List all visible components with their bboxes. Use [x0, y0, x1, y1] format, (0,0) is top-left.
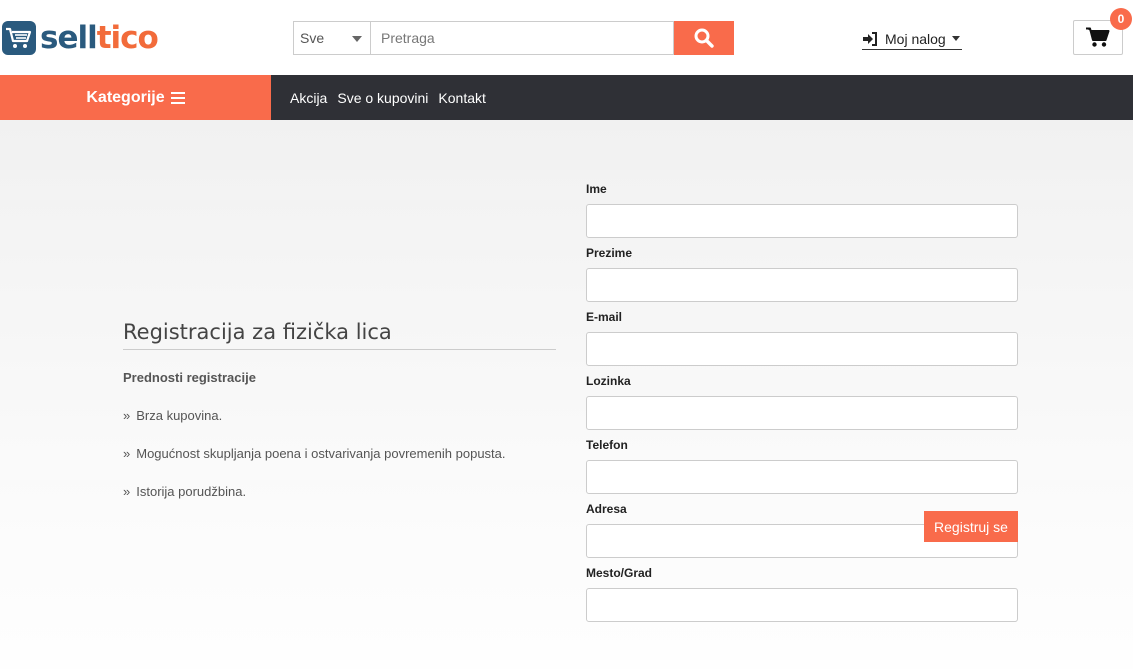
header: selltico Sve Moj nalog 0	[0, 0, 1133, 75]
cart-count-badge: 0	[1110, 8, 1132, 30]
nav-link-akcija[interactable]: Akcija	[290, 90, 327, 106]
field-label: Telefon	[586, 438, 628, 452]
sign-in-icon	[863, 31, 877, 46]
search-category-select[interactable]: Sve	[293, 21, 370, 55]
field-label: E-mail	[586, 310, 623, 324]
city-input[interactable]	[586, 588, 1018, 622]
field-label: Ime	[586, 182, 607, 196]
field-mesto-grad: Mesto/Grad	[586, 566, 1018, 630]
page-title: Registracija za fizička lica	[123, 320, 556, 350]
account-label: Moj nalog	[885, 30, 946, 47]
search-icon	[694, 28, 714, 48]
register-button[interactable]: Registruj se	[924, 511, 1018, 542]
double-chevron-right-icon: »	[123, 408, 131, 423]
main-content: Registracija za fizička lica Prednosti r…	[0, 120, 1133, 669]
list-item: » Brza kupovina.	[123, 408, 556, 423]
field-ime: Ime	[586, 182, 1018, 246]
logo-cart-icon	[2, 21, 36, 55]
nav-link-kontakt[interactable]: Kontakt	[438, 90, 485, 106]
nav-links: Akcija Sve o kupovini Kontakt	[290, 75, 496, 120]
field-label: Mesto/Grad	[586, 566, 653, 580]
registration-form: Ime Prezime E-mail Lozinka Telefon Adres…	[586, 182, 1018, 630]
first-name-input[interactable]	[586, 204, 1018, 238]
phone-input[interactable]	[586, 460, 1018, 494]
nav-link-sve-o-kupovini[interactable]: Sve o kupovini	[337, 90, 428, 106]
logo-text-part1: sell	[40, 20, 98, 56]
caret-down-icon	[951, 36, 960, 41]
benefit-text: Brza kupovina.	[136, 408, 223, 423]
account-dropdown[interactable]: Moj nalog	[862, 28, 962, 50]
field-prezime: Prezime	[586, 246, 1018, 310]
field-label: Lozinka	[586, 374, 631, 388]
double-chevron-right-icon: »	[123, 446, 131, 461]
field-telefon: Telefon	[586, 438, 1018, 502]
benefits-list: » Brza kupovina. » Mogućnost skupljanja po…	[123, 408, 556, 499]
password-input[interactable]	[586, 396, 1018, 430]
list-item: » Mogućnost skupljanja poena i ostvarivan…	[123, 446, 556, 461]
email-input[interactable]	[586, 332, 1018, 366]
main-navigation: Kategorije Akcija Sve o kupovini Kontakt	[0, 75, 1133, 120]
benefit-text: Mogućnost skupljanja poena i ostvarivanj…	[136, 446, 506, 461]
search-button[interactable]	[674, 21, 734, 55]
chevron-down-icon	[352, 36, 362, 42]
categories-label: Kategorije	[86, 88, 165, 106]
registration-info: Registracija za fizička lica Prednosti r…	[123, 320, 556, 522]
benefit-text: Istorija porudžbina.	[136, 484, 247, 499]
shopping-cart-icon	[1086, 27, 1110, 47]
field-email: E-mail	[586, 310, 1018, 374]
field-lozinka: Lozinka	[586, 374, 1018, 438]
last-name-input[interactable]	[586, 268, 1018, 302]
benefits-heading: Prednosti registracije	[123, 370, 256, 385]
hamburger-icon	[170, 91, 185, 104]
list-item: » Istorija porudžbina.	[123, 484, 556, 499]
search-input[interactable]	[370, 21, 674, 55]
logo[interactable]: selltico	[2, 20, 159, 56]
field-label: Prezime	[586, 246, 633, 260]
logo-text: selltico	[40, 20, 159, 56]
search-category-value: Sve	[300, 30, 325, 46]
double-chevron-right-icon: »	[123, 484, 131, 499]
categories-menu-button[interactable]: Kategorije	[0, 75, 271, 120]
search-bar: Sve	[293, 21, 734, 55]
logo-text-part2: tico	[96, 20, 159, 56]
